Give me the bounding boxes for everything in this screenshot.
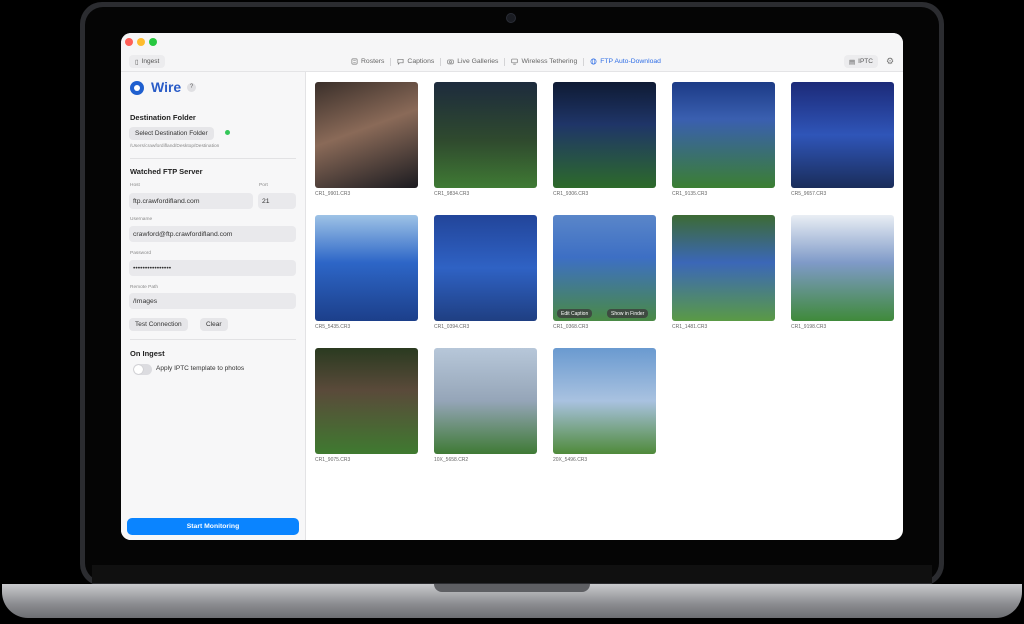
camera-icon — [506, 13, 516, 23]
start-monitoring-button[interactable]: Start Monitoring — [127, 518, 299, 535]
photo-tile[interactable]: CR1_9901.CR3 — [315, 82, 418, 197]
gear-icon[interactable]: ⚙ — [885, 56, 895, 66]
photo-thumbnail[interactable] — [434, 82, 537, 188]
wire-logo-icon — [130, 81, 144, 95]
photo-thumbnail[interactable] — [553, 348, 656, 454]
minimize-window-button[interactable] — [137, 38, 145, 46]
photo-tile[interactable]: CR5_9657.CR3 — [791, 82, 894, 197]
photo-tile[interactable]: CR1_1481.CR3 — [672, 215, 775, 330]
toolbar: ▯ Ingest Rosters Captions Live Galleries… — [121, 33, 903, 72]
zoom-window-button[interactable] — [149, 38, 157, 46]
tab-rosters[interactable]: Rosters — [345, 58, 390, 65]
port-label: Port — [259, 183, 268, 188]
photo-filename: CR1_9306.CR3 — [553, 191, 589, 197]
camera-icon — [447, 59, 454, 65]
photo-tile[interactable]: CR1_9306.CR3 — [553, 82, 656, 197]
photo-tile[interactable]: CR1_9834.CR3 — [434, 82, 537, 197]
destination-path: /Users/crawfordifland/Desktop/Destinatio… — [130, 144, 220, 149]
help-button[interactable]: ? — [187, 83, 196, 92]
photo-filename: 10X_5658.CR2 — [434, 457, 469, 463]
photo-filename: 20X_5496.CR3 — [553, 457, 588, 463]
globe-icon — [590, 58, 597, 65]
photo-filename: CR1_9135.CR3 — [672, 191, 708, 197]
photo-tile[interactable]: CR1_0394.CR3 — [434, 215, 537, 330]
photo-thumbnail[interactable] — [315, 82, 418, 188]
username-label: Username — [130, 217, 153, 222]
photo-tile[interactable]: CR1_9198.CR3 — [791, 215, 894, 330]
remote-path-field[interactable]: /Images — [129, 293, 296, 309]
monitor-icon — [511, 58, 519, 65]
photo-thumbnail[interactable] — [672, 215, 775, 321]
photo-tile[interactable]: CR1_9075.CR3 — [315, 348, 418, 463]
ingest-label: Ingest — [141, 58, 160, 65]
close-window-button[interactable] — [125, 38, 133, 46]
username-field[interactable]: crawford@ftp.crawfordifland.com — [129, 226, 296, 242]
photo-filename: CR1_1481.CR3 — [672, 324, 708, 330]
tab-ftp-auto-download[interactable]: FTP Auto-Download — [584, 58, 667, 65]
ftp-heading: Watched FTP Server — [130, 167, 203, 176]
edit-caption-button[interactable]: Edit Caption — [557, 309, 593, 318]
on-ingest-heading: On Ingest — [130, 349, 165, 358]
remote-path-label: Remote Path — [130, 285, 158, 290]
iptc-button[interactable]: ▤ IPTC — [844, 55, 878, 68]
tab-bar: Rosters Captions Live Galleries Wireless… — [345, 55, 667, 68]
photo-filename: CR1_9198.CR3 — [791, 324, 827, 330]
photo-filename: CR1_0368.CR3 — [553, 324, 589, 330]
photo-tile[interactable]: CR5_5435.CR3 — [315, 215, 418, 330]
destination-heading: Destination Folder — [130, 113, 196, 122]
photo-filename: CR1_9901.CR3 — [315, 191, 351, 197]
status-dot — [225, 130, 230, 135]
photo-filename: CR1_0394.CR3 — [434, 324, 470, 330]
photo-thumbnail[interactable]: Edit Caption Show in Finder — [553, 215, 656, 321]
rosters-icon — [351, 58, 358, 65]
clear-button[interactable]: Clear — [200, 318, 228, 331]
captions-icon — [397, 58, 404, 65]
photo-filename: CR5_5435.CR3 — [315, 324, 351, 330]
photo-tile[interactable]: Edit Caption Show in Finder CR1_0368.CR3 — [553, 215, 656, 330]
photo-thumbnail[interactable] — [434, 348, 537, 454]
tab-wireless-tethering[interactable]: Wireless Tethering — [505, 58, 583, 65]
document-icon: ▯ — [135, 58, 139, 66]
divider — [130, 339, 296, 340]
password-field[interactable]: •••••••••••••••• — [129, 260, 296, 276]
select-destination-button[interactable]: Select Destination Folder — [129, 127, 214, 140]
port-field[interactable]: 21 — [258, 193, 296, 209]
photo-thumbnail[interactable] — [672, 82, 775, 188]
host-label: Host — [130, 183, 140, 188]
photo-filename: CR1_9075.CR3 — [315, 457, 351, 463]
photo-thumbnail[interactable] — [791, 82, 894, 188]
photo-tile[interactable]: 10X_5658.CR2 — [434, 348, 537, 463]
app-window: ▯ Ingest Rosters Captions Live Galleries… — [121, 33, 903, 540]
iptc-toggle-label: Apply IPTC template to photos — [156, 365, 245, 372]
photo-thumbnail[interactable] — [315, 348, 418, 454]
host-field[interactable]: ftp.crawfordifland.com — [129, 193, 253, 209]
document-icon: ▤ — [849, 58, 856, 66]
ingest-button[interactable]: ▯ Ingest — [129, 55, 166, 68]
show-in-finder-button[interactable]: Show in Finder — [607, 309, 649, 318]
photo-thumbnail[interactable] — [315, 215, 418, 321]
screen-chin — [92, 565, 932, 583]
photo-thumbnail[interactable] — [791, 215, 894, 321]
app-title: Wire — [151, 79, 182, 95]
photo-thumbnail[interactable] — [553, 82, 656, 188]
tab-live-galleries[interactable]: Live Galleries — [441, 58, 504, 65]
password-label: Password — [130, 251, 152, 256]
iptc-toggle[interactable] — [133, 364, 152, 375]
photo-tile[interactable]: CR1_9135.CR3 — [672, 82, 775, 197]
photo-filename: CR1_9834.CR3 — [434, 191, 470, 197]
divider — [130, 158, 296, 159]
photo-filename: CR5_9657.CR3 — [791, 191, 827, 197]
tab-captions[interactable]: Captions — [391, 58, 440, 65]
photo-thumbnail[interactable] — [434, 215, 537, 321]
test-connection-button[interactable]: Test Connection — [129, 318, 188, 331]
sidebar: Wire ? Destination Folder Select Destina… — [121, 72, 306, 540]
photo-tile[interactable]: 20X_5496.CR3 — [553, 348, 656, 463]
laptop-notch — [434, 584, 590, 592]
